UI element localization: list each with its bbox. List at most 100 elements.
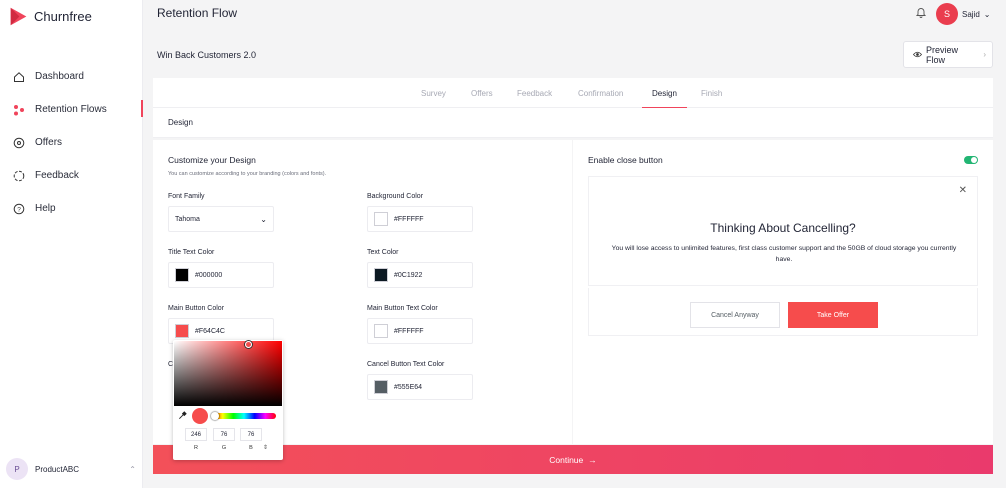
- sidebar-item-retention-flows[interactable]: Retention Flows: [0, 93, 143, 126]
- chevron-right-icon: ›: [983, 50, 986, 59]
- tag-icon: [13, 137, 25, 149]
- font-family-value: Tahoma: [175, 215, 200, 223]
- color-swatch[interactable]: [175, 268, 189, 282]
- font-family-field: Font Family Tahoma ⌄: [168, 193, 274, 232]
- workspace-name: ProductABC: [35, 464, 80, 474]
- title-text-color-input[interactable]: #000000: [168, 262, 274, 288]
- color-swatch[interactable]: [374, 324, 388, 338]
- chevron-down-icon: ⌄: [983, 9, 991, 19]
- arrow-right-icon: →: [588, 454, 597, 465]
- background-color-value: #FFFFFF: [394, 215, 424, 223]
- color-picker-popover: 246 76 76 R G B ⇕: [173, 340, 283, 460]
- sidebar-nav: Dashboard Retention Flows Offers Feedbac…: [0, 60, 143, 225]
- eyedropper-icon[interactable]: [178, 411, 187, 420]
- brand-logo[interactable]: Churnfree: [8, 6, 92, 27]
- user-name: Sajid: [962, 9, 980, 19]
- close-button-toggle[interactable]: [964, 156, 978, 164]
- help-icon: ?: [13, 203, 25, 215]
- cancel-button-text-color-field: Cancel Button Text Color #555E64: [367, 361, 473, 400]
- text-color-value: #0C1922: [394, 271, 423, 279]
- text-color-input[interactable]: #0C1922: [367, 262, 473, 288]
- tab-feedback[interactable]: Feedback: [517, 78, 552, 108]
- bell-icon[interactable]: [915, 6, 927, 18]
- sidebar-item-label: Offers: [35, 137, 63, 148]
- tab-confirmation[interactable]: Confirmation: [578, 78, 623, 108]
- background-color-input[interactable]: #FFFFFF: [367, 206, 473, 232]
- sidebar-item-feedback[interactable]: Feedback: [0, 159, 143, 192]
- workspace-avatar: P: [6, 458, 28, 480]
- blue-label: B: [249, 445, 253, 451]
- cancel-anyway-button[interactable]: Cancel Anyway: [690, 302, 780, 328]
- font-family-select[interactable]: Tahoma ⌄: [168, 206, 274, 232]
- workspace-switcher[interactable]: P ProductABC ⌃: [6, 457, 136, 481]
- section-title: Design: [153, 108, 993, 138]
- cancel-button-text-color-value: #555E64: [394, 383, 423, 391]
- tab-finish[interactable]: Finish: [701, 78, 722, 108]
- preview-title: Thinking About Cancelling?: [710, 221, 856, 235]
- cancel-button-text-color-label: Cancel Button Text Color: [367, 361, 445, 368]
- mode-toggle-icon[interactable]: ⇕: [263, 444, 268, 451]
- green-input[interactable]: 76: [213, 428, 235, 441]
- sidebar-item-offers[interactable]: Offers: [0, 126, 143, 159]
- customize-subtitle: You can customize according to your bran…: [168, 171, 327, 177]
- tab-survey[interactable]: Survey: [421, 78, 446, 108]
- text-color-label: Text Color: [367, 249, 399, 256]
- preview-flow-label: Preview Flow: [925, 44, 958, 65]
- color-swatch[interactable]: [374, 268, 388, 282]
- title-text-color-field: Title Text Color #000000: [168, 249, 274, 288]
- sidebar: Churnfree Dashboard Retention Flows Offe…: [0, 0, 143, 488]
- font-family-label: Font Family: [168, 193, 205, 200]
- page-title: Retention Flow: [157, 6, 238, 20]
- home-icon: [13, 71, 25, 83]
- preview-flow-button[interactable]: Preview Flow ›: [903, 41, 993, 68]
- sidebar-item-label: Retention Flows: [35, 104, 107, 115]
- red-input[interactable]: 246: [185, 428, 207, 441]
- main-button-color-label: Main Button Color: [168, 305, 225, 312]
- hue-handle[interactable]: [211, 412, 219, 420]
- flows-icon: [13, 104, 25, 116]
- color-swatch[interactable]: [374, 380, 388, 394]
- close-icon[interactable]: ✕: [959, 185, 967, 196]
- main-button-color-field: Main Button Color #F64C4C: [168, 305, 274, 344]
- customize-title: Customize your Design: [168, 155, 256, 165]
- cancel-modal-preview: ✕ Thinking About Cancelling? You will lo…: [588, 176, 978, 286]
- user-menu[interactable]: S Sajid ⌄: [936, 3, 991, 25]
- eye-icon: [913, 51, 922, 58]
- saturation-area[interactable]: [174, 341, 282, 406]
- flow-bar: Win Back Customers 2.0 Preview Flow ›: [143, 30, 1006, 77]
- color-swatch[interactable]: [175, 324, 189, 338]
- title-text-color-label: Title Text Color: [168, 249, 215, 256]
- chat-icon: [13, 170, 25, 182]
- sidebar-item-dashboard[interactable]: Dashboard: [0, 60, 143, 93]
- preview-body: You will lose access to unlimited featur…: [611, 245, 957, 263]
- take-offer-button[interactable]: Take Offer: [788, 302, 878, 328]
- saturation-handle[interactable]: [245, 341, 252, 348]
- tab-offers[interactable]: Offers: [471, 78, 493, 108]
- red-label: R: [194, 445, 198, 451]
- sidebar-item-label: Dashboard: [35, 71, 84, 82]
- svg-text:?: ?: [17, 206, 21, 213]
- chevron-down-icon: ⌄: [260, 214, 267, 224]
- close-button-toggle-label: Enable close button: [588, 155, 663, 165]
- chevron-up-icon: ⌃: [129, 464, 136, 474]
- hue-slider[interactable]: [211, 412, 276, 420]
- title-text-color-value: #000000: [195, 271, 223, 279]
- green-label: G: [221, 445, 227, 451]
- flow-tabs: Survey Offers Feedback Confirmation Desi…: [153, 78, 993, 109]
- sidebar-item-help[interactable]: ? Help: [0, 192, 143, 225]
- continue-label: Continue: [549, 454, 584, 465]
- cancel-button-text-color-input[interactable]: #555E64: [367, 374, 473, 400]
- preview-panel: Enable close button ✕ Thinking About Can…: [573, 140, 993, 444]
- blue-input[interactable]: 76: [240, 428, 262, 441]
- main-button-text-color-input[interactable]: #FFFFFF: [367, 318, 473, 344]
- main-button-text-color-field: Main Button Text Color #FFFFFF: [367, 305, 473, 344]
- preview-button-row: Cancel Anyway Take Offer: [588, 288, 978, 336]
- tab-design[interactable]: Design: [642, 78, 687, 109]
- sidebar-item-label: Help: [35, 203, 56, 214]
- color-swatch[interactable]: [374, 212, 388, 226]
- background-color-field: Background Color #FFFFFF: [367, 193, 473, 232]
- main-button-text-color-value: #FFFFFF: [394, 327, 424, 335]
- avatar: S: [936, 3, 958, 25]
- sidebar-item-label: Feedback: [35, 170, 79, 181]
- text-color-field: Text Color #0C1922: [367, 249, 473, 288]
